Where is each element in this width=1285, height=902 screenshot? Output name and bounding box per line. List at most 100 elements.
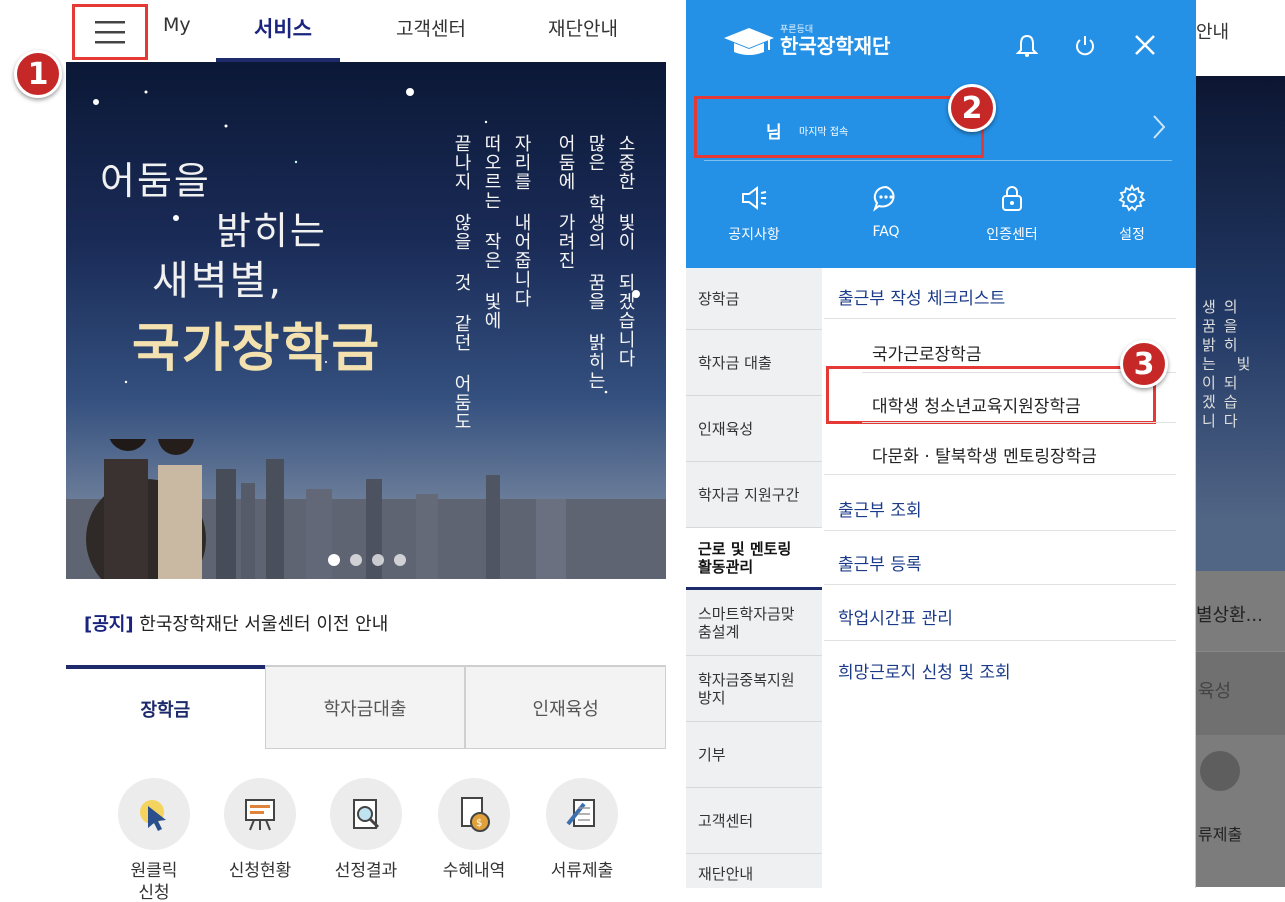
carousel-dot[interactable] — [372, 554, 384, 566]
divider — [824, 318, 1176, 319]
quick-menu-status[interactable]: 신청현황 — [212, 778, 308, 882]
submenu-multicultural-mentoring[interactable]: 다문화 · 탈북학생 멘토링장학금 — [872, 442, 1097, 467]
hero-banner[interactable]: 어둠을 밝히는 새벽별, 국가장학금 끝나지 않을 것 같던 어둠도 떠오르는 … — [66, 62, 666, 579]
divider — [824, 474, 1176, 475]
background-tab-text: 안내 — [1196, 22, 1230, 43]
menu-button[interactable] — [72, 4, 148, 60]
quick-notice-label: 공지사항 — [728, 227, 780, 243]
step-badge-1: 1 — [14, 50, 62, 98]
submenu-timetable[interactable]: 학업시간표 관리 — [838, 604, 953, 629]
submenu-national-work[interactable]: 국가근로장학금 — [872, 340, 981, 365]
user-name[interactable]: 님 — [766, 118, 782, 143]
tab-student-loan[interactable]: 학자금대출 — [264, 665, 466, 749]
category-work-mentoring[interactable]: 근로 및 멘토링 활동관리 — [686, 528, 822, 590]
gear-icon — [1118, 184, 1146, 212]
svg-text:$: $ — [476, 818, 482, 829]
category-talent[interactable]: 인재육성 — [686, 396, 822, 462]
carousel-dot[interactable] — [350, 554, 362, 566]
divider — [704, 160, 1172, 161]
background-vertical-text: 생의꿈을밝히는 빛이되겠습니다 — [1202, 298, 1259, 430]
side-drawer: 푸른등대 한국장학재단 님 마지막 접속 공지사항 FAQ 인증센터 설정 2 … — [686, 0, 1196, 888]
carousel-dot[interactable] — [394, 554, 406, 566]
carousel-indicator[interactable] — [328, 554, 406, 566]
quick-settings-label: 설정 — [1119, 227, 1145, 243]
step-badge-2: 2 — [948, 84, 996, 132]
power-icon — [1076, 36, 1094, 56]
quick-menu-label: 수혜내역 — [442, 861, 506, 881]
notice-text: 한국장학재단 서울센터 이전 안내 — [133, 614, 389, 635]
nav-tab-my[interactable]: My — [163, 14, 191, 36]
kosaf-logo[interactable]: 푸른등대 한국장학재단 — [722, 24, 890, 58]
quick-notice[interactable]: 공지사항 — [704, 184, 804, 244]
content-tabs: 장학금 학자금대출 인재육성 — [66, 665, 666, 749]
last-access-label: 마지막 접속 — [799, 127, 849, 138]
banner-vertical-text-1: 끝나지 않을 것 같던 어둠도 — [451, 134, 472, 431]
banner-vertical-text-4: 어둠에 가려진 — [555, 134, 576, 270]
banner-title-1: 어둠을 — [100, 159, 211, 203]
top-nav: My 서비스 고객센터 재단안내 — [0, 0, 666, 62]
divider — [824, 640, 1176, 641]
background-banner: 생의꿈을밝히는 빛이되겠습니다 — [1196, 76, 1285, 571]
lock-icon — [1002, 186, 1022, 211]
category-scholarship[interactable]: 장학금 — [686, 268, 822, 330]
background-quick-text: 류제출 — [1198, 825, 1243, 844]
submenu-youth-education[interactable]: 대학생 청소년교육지원장학금 — [872, 392, 1081, 417]
nav-tab-service[interactable]: 서비스 — [254, 13, 312, 43]
quick-faq[interactable]: FAQ — [836, 184, 936, 240]
background-tab-text: 육성 — [1198, 681, 1232, 702]
quick-menu-submit[interactable]: 서류제출 — [534, 778, 630, 882]
banner-title-3: 새벽별, — [152, 258, 284, 304]
money-bag-document-icon: $ — [438, 778, 510, 850]
magnifier-document-icon — [330, 778, 402, 850]
submenu-attendance-register[interactable]: 출근부 등록 — [838, 550, 922, 575]
presentation-board-icon — [224, 778, 296, 850]
category-foundation[interactable]: 재단안내 — [686, 854, 822, 894]
category-loan[interactable]: 학자금 대출 — [686, 330, 822, 396]
submenu-hope-workplace[interactable]: 희망근로지 신청 및 조회 — [838, 658, 1011, 683]
submenu-checklist[interactable]: 출근부 작성 체크리스트 — [838, 284, 1005, 309]
main-page: My 서비스 고객센터 재단안내 1 어둠을 밝히는 새벽별, 국가장학금 끝나… — [0, 0, 666, 902]
bell-icon — [1015, 34, 1039, 57]
tab-scholarship[interactable]: 장학금 — [66, 665, 265, 749]
chevron-right-icon[interactable] — [1152, 114, 1166, 140]
logout-button[interactable] — [1070, 30, 1100, 60]
quick-auth-label: 인증센터 — [986, 227, 1038, 243]
notification-button[interactable] — [1012, 30, 1042, 60]
category-list: 장학금 학자금 대출 인재육성 학자금 지원구간 근로 및 멘토링 활동관리 스… — [686, 268, 822, 888]
banner-title-4: 국가장학금 — [132, 319, 382, 379]
category-duplicate-prevention[interactable]: 학자금중복지원 방지 — [686, 656, 822, 722]
quick-menu-result[interactable]: 선정결과 — [318, 778, 414, 882]
tab-talent[interactable]: 인재육성 — [465, 665, 666, 749]
divider — [824, 584, 1176, 585]
background-content: 별상환... 육성 류제출 — [1196, 571, 1285, 887]
category-customer-center[interactable]: 고객센터 — [686, 788, 822, 854]
banner-vertical-text-6: 소중한 빛이 되겠습니다 — [615, 134, 636, 368]
menu-screen: 안내 생의꿈을밝히는 빛이되겠습니다 별상환... 육성 류제출 푸른등대 한국… — [686, 0, 1285, 902]
carousel-dot[interactable] — [328, 554, 340, 566]
quick-menu-oneclick[interactable]: 원클릭 신청 — [106, 778, 202, 902]
banner-vertical-text-3: 자리를 내어줍니다 — [511, 134, 532, 308]
banner-vertical-text-5: 많은 학생의 꿈을 밝히는 — [585, 134, 606, 390]
submenu-attendance-view[interactable]: 출근부 조회 — [838, 496, 922, 521]
quick-menu-benefit[interactable]: $ 수혜내역 — [426, 778, 522, 882]
drawer-header: 푸른등대 한국장학재단 님 마지막 접속 공지사항 FAQ 인증센터 설정 — [686, 0, 1196, 268]
close-button[interactable] — [1130, 30, 1160, 60]
category-donation[interactable]: 기부 — [686, 722, 822, 788]
background-header: 안내 — [1196, 0, 1285, 76]
logo-text: 한국장학재단 — [780, 34, 891, 58]
category-support-level[interactable]: 학자금 지원구간 — [686, 462, 822, 528]
quick-faq-label: FAQ — [872, 224, 900, 240]
category-smart-design[interactable]: 스마트학자금맞 춤설계 — [686, 590, 822, 656]
quick-auth[interactable]: 인증센터 — [962, 184, 1062, 244]
scroll-pen-icon — [546, 778, 618, 850]
nav-tab-foundation[interactable]: 재단안내 — [548, 14, 618, 41]
chat-bubble-icon — [873, 185, 895, 212]
notice-link[interactable]: [공지] 한국장학재단 서울센터 이전 안내 — [84, 610, 388, 636]
quick-menu-label: 원클릭 신청 — [130, 861, 178, 902]
banner-title-2: 밝히는 — [216, 209, 327, 253]
quick-settings[interactable]: 설정 — [1082, 184, 1182, 244]
nav-tab-customer[interactable]: 고객센터 — [396, 14, 466, 41]
quick-menu-label: 선정결과 — [334, 861, 398, 881]
notice-tag: [공지] — [84, 614, 134, 635]
quick-menu-label: 서류제출 — [550, 861, 614, 881]
